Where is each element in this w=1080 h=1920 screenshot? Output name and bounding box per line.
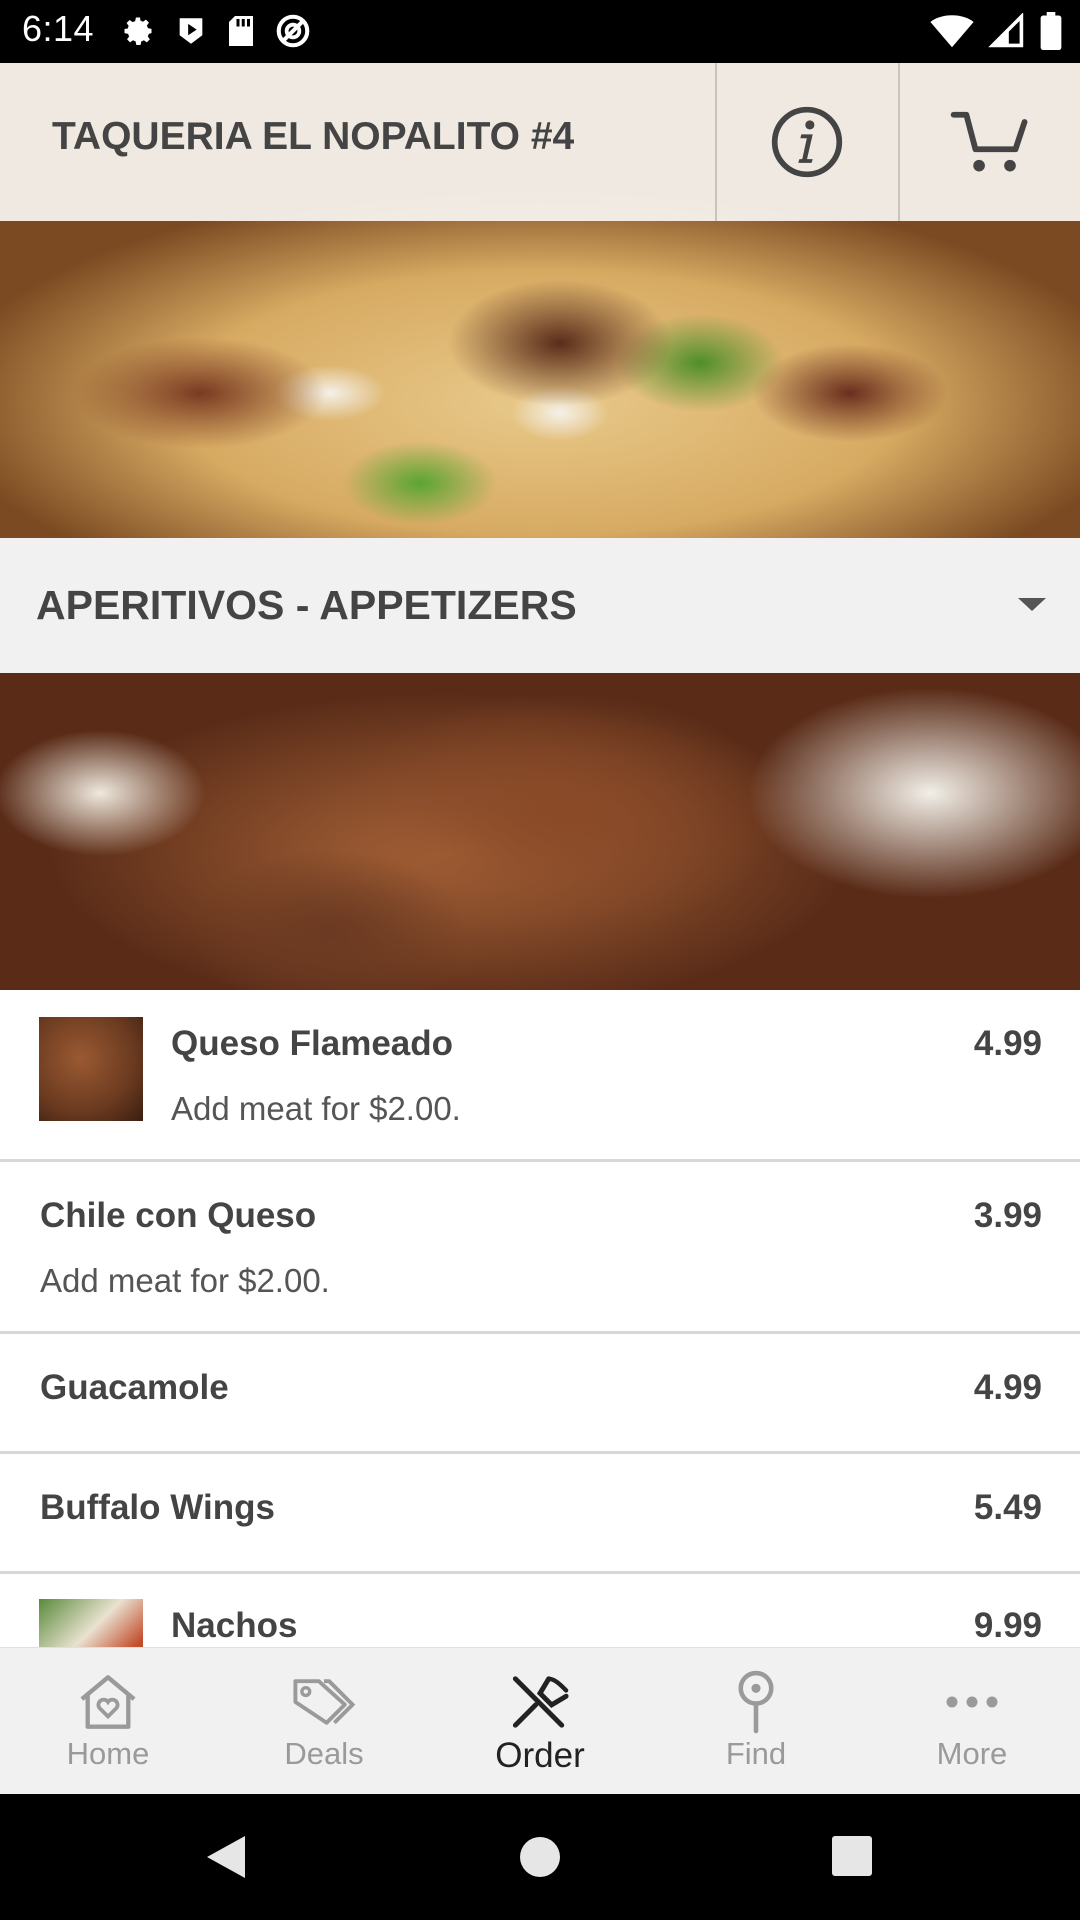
app-header: TAQUERIA EL NOPALITO #4 — [0, 63, 1080, 221]
hero-food-image: TAQUERIA EL NOPALITO #4 — [0, 63, 1080, 538]
tab-more-label: More — [936, 1736, 1008, 1771]
item-name: Buffalo Wings — [40, 1488, 275, 1527]
bottom-tab-bar: Home Deals Order Find More — [0, 1647, 1080, 1794]
home-icon — [80, 1675, 136, 1729]
item-description: Add meat for $2.00. — [171, 1090, 461, 1127]
item-price: 3.99 — [973, 1196, 1042, 1235]
item-name: Guacamole — [40, 1368, 229, 1407]
home-circle-icon[interactable] — [519, 1836, 561, 1878]
category-dropdown[interactable]: APERITIVOS - APPETIZERS — [0, 538, 1080, 673]
item-price: 4.99 — [973, 1024, 1042, 1063]
blocked-icon — [276, 14, 310, 48]
sd-card-icon — [229, 16, 253, 46]
tab-deals-label: Deals — [284, 1736, 364, 1771]
tab-deals[interactable]: Deals — [216, 1648, 432, 1794]
play-store-icon — [179, 18, 203, 44]
settings-icon — [124, 17, 152, 45]
category-label: APERITIVOS - APPETIZERS — [36, 582, 577, 628]
utensils-icon — [512, 1676, 569, 1728]
cart-button[interactable] — [900, 63, 1080, 221]
back-icon[interactable] — [205, 1834, 247, 1880]
tab-order[interactable]: Order — [432, 1648, 648, 1794]
item-thumbnail — [39, 1017, 143, 1121]
tab-find[interactable]: Find — [648, 1648, 864, 1794]
menu-item[interactable]: Guacamole 4.99 — [0, 1334, 1080, 1454]
tag-icon — [293, 1679, 356, 1725]
restaurant-title: TAQUERIA EL NOPALITO #4 — [52, 115, 575, 158]
app-content: TAQUERIA EL NOPALITO #4 APERITIVOS - APP… — [0, 63, 1080, 1794]
info-icon — [771, 106, 843, 178]
tab-order-label: Order — [495, 1736, 585, 1775]
status-time: 6:14 — [22, 8, 95, 49]
menu-item[interactable]: Queso Flameado Add meat for $2.00. 4.99 — [0, 990, 1080, 1162]
menu-item[interactable]: Buffalo Wings 5.49 — [0, 1454, 1080, 1574]
category-image — [0, 673, 1080, 990]
cart-icon — [950, 111, 1028, 172]
tab-home-label: Home — [66, 1736, 150, 1771]
tab-find-label: Find — [725, 1736, 787, 1771]
item-name: Nachos — [171, 1606, 298, 1645]
wifi-icon — [930, 15, 974, 48]
item-price: 5.49 — [973, 1488, 1042, 1527]
menu-list: Queso Flameado Add meat for $2.00. 4.99 … — [0, 990, 1080, 1703]
item-price: 9.99 — [973, 1606, 1042, 1645]
recents-icon[interactable] — [832, 1836, 872, 1876]
more-dots-icon — [946, 1696, 998, 1708]
battery-icon — [1040, 12, 1062, 50]
item-name: Chile con Queso — [40, 1196, 317, 1235]
system-nav-bar — [0, 1794, 1080, 1920]
tab-more[interactable]: More — [864, 1648, 1080, 1794]
menu-item[interactable]: Chile con Queso Add meat for $2.00. 3.99 — [0, 1162, 1080, 1334]
item-price: 4.99 — [973, 1368, 1042, 1407]
tab-home[interactable]: Home — [0, 1648, 216, 1794]
location-pin-icon — [738, 1670, 774, 1734]
cellular-signal-icon — [988, 13, 1024, 48]
item-description: Add meat for $2.00. — [40, 1262, 330, 1299]
item-name: Queso Flameado — [171, 1024, 454, 1063]
dropdown-caret-icon — [1018, 598, 1046, 611]
status-bar: 6:14 — [0, 0, 1080, 63]
info-button[interactable] — [717, 63, 897, 221]
